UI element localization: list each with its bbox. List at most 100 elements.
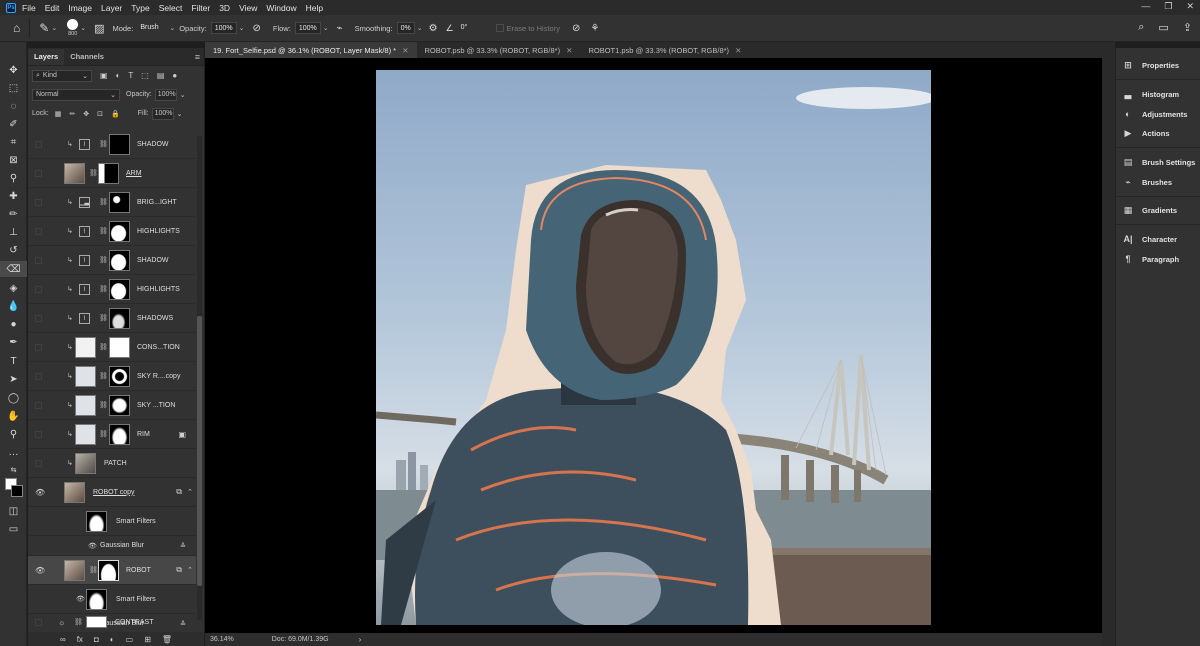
brush-picker-dropdown-icon[interactable]: ⌄ (80, 24, 86, 32)
ellipse-tool-icon[interactable]: ◯ (0, 390, 27, 406)
zoom-level[interactable]: 36.14% (210, 636, 234, 643)
layer-row[interactable]: ↳ ⌇ ⛓ HIGHLIGHTS (28, 217, 196, 246)
airbrush-icon[interactable]: ⌁ (337, 23, 343, 34)
visibility-toggle[interactable] (35, 460, 42, 467)
zoom-tool-icon[interactable]: ⚲ (0, 426, 27, 442)
share-icon[interactable]: ⇪ (1183, 21, 1192, 34)
eye-icon[interactable]: 👁 (35, 488, 45, 497)
layer-mask-thumbnail[interactable] (109, 423, 130, 445)
visibility-toggle[interactable] (35, 141, 42, 148)
flow-dropdown-icon[interactable]: ⌄ (323, 24, 329, 32)
close-icon[interactable]: ✕ (402, 46, 408, 55)
paint-bucket-tool-icon[interactable]: ◈ (0, 280, 27, 296)
home-icon[interactable]: ⌂ (13, 21, 20, 35)
layer-row[interactable]: ↳ ⌇ ⛓ HIGHLIGHTS (28, 275, 196, 304)
layer-mask-thumbnail[interactable] (109, 249, 130, 271)
path-selection-tool-icon[interactable]: ➤ (0, 371, 27, 387)
visibility-toggle[interactable] (35, 257, 42, 264)
history-brush-tool-icon[interactable]: ↺ (0, 242, 27, 258)
menu-file[interactable]: File (22, 3, 36, 13)
swap-colors-icon[interactable]: ⇆ (0, 462, 27, 478)
add-style-icon[interactable]: fx (77, 635, 83, 644)
layer-thumbnail[interactable] (75, 423, 96, 445)
tool-preset-dropdown-icon[interactable]: ⌄ (51, 24, 57, 32)
panel-brushes[interactable]: ⌁ Brushes (1122, 177, 1172, 188)
chevron-right-icon[interactable]: › (359, 635, 362, 644)
visibility-toggle[interactable] (35, 315, 42, 322)
frame-tool-icon[interactable]: ⊠ (0, 152, 27, 168)
menu-type[interactable]: Type (131, 3, 149, 13)
layer-thumbnail[interactable] (64, 559, 85, 581)
lock-artboard-icon[interactable]: ⊡ (97, 110, 103, 118)
search-icon[interactable]: ⌕ (1138, 21, 1144, 34)
panel-brush-settings[interactable]: ▤ Brush Settings (1122, 157, 1196, 168)
layer-row[interactable]: ↳ ▁▃ ⛓ BRIG...IGHT (28, 188, 196, 217)
close-icon[interactable]: ✕ (735, 46, 741, 55)
menu-view[interactable]: View (239, 3, 257, 13)
eye-icon[interactable]: 👁 (88, 542, 97, 550)
add-mask-icon[interactable]: ◘ (94, 635, 99, 644)
layer-thumbnail[interactable] (75, 336, 96, 358)
lock-position-icon[interactable]: ✥ (83, 110, 89, 118)
lasso-tool-icon[interactable]: ◌ (0, 98, 27, 114)
blur-tool-icon[interactable]: 💧 (0, 298, 27, 314)
lock-image-icon[interactable]: ✏ (69, 110, 75, 118)
filter-adjustment-icon[interactable]: ◐ (116, 71, 121, 80)
minimize-icon[interactable]: — (1141, 1, 1150, 12)
new-adjustment-icon[interactable]: ◐ (110, 635, 115, 644)
filter-mask-thumbnail[interactable] (86, 510, 107, 532)
fill-input[interactable]: 100% (151, 107, 174, 120)
tab-channels[interactable]: Channels (64, 49, 110, 65)
panel-adjustments[interactable]: ◐ Adjustments (1122, 109, 1187, 119)
layer-row[interactable]: ☼ ⛓ CONTRAST (28, 614, 196, 630)
filter-type-icon[interactable]: T (128, 71, 133, 80)
eye-icon[interactable]: 👁 (76, 595, 85, 603)
layer-row[interactable]: ↳ PATCH (28, 449, 196, 478)
menu-help[interactable]: Help (306, 3, 323, 13)
dodge-tool-icon[interactable]: ● (0, 316, 27, 332)
layers-scrollbar[interactable] (197, 136, 202, 620)
layer-mask-thumbnail[interactable] (98, 162, 119, 184)
background-color-swatch[interactable] (11, 485, 23, 497)
panel-paragraph[interactable]: ¶ Paragraph (1122, 254, 1179, 264)
link-layers-icon[interactable]: ∞ (60, 635, 66, 644)
layer-thumbnail[interactable] (75, 394, 96, 416)
brush-tool-icon[interactable]: ✏ (0, 206, 27, 222)
mode-dropdown-icon[interactable]: ⌄ (169, 24, 175, 32)
menu-filter[interactable]: Filter (191, 3, 210, 13)
pen-tool-icon[interactable]: ✒ (0, 334, 27, 350)
layer-row[interactable]: ↳ ⛓ SKY R....copy (28, 362, 196, 391)
type-tool-icon[interactable]: T (0, 353, 27, 369)
chevron-down-icon[interactable]: ⌄ (177, 110, 183, 118)
filter-smart-object-icon[interactable]: ▤ (157, 71, 165, 80)
layer-mask-thumbnail[interactable] (109, 278, 130, 300)
layer-thumbnail[interactable] (64, 481, 85, 503)
layer-mask-thumbnail[interactable] (109, 191, 130, 213)
menu-image[interactable]: Image (68, 3, 92, 13)
screen-mode-icon[interactable]: ▭ (0, 521, 27, 537)
eyedropper-tool-icon[interactable]: ⚲ (0, 170, 27, 186)
tab-layers[interactable]: Layers (28, 49, 65, 65)
marquee-tool-icon[interactable]: ⬚ (0, 80, 27, 96)
canvas-area[interactable] (205, 58, 1102, 633)
brush-preset-picker[interactable]: 800 (67, 19, 79, 37)
collapse-effects-icon[interactable]: ⌃ (187, 488, 193, 496)
visibility-toggle[interactable] (35, 170, 42, 177)
opacity-dropdown-icon[interactable]: ⌄ (239, 24, 245, 32)
pressure-opacity-icon[interactable]: ⊘ (253, 23, 261, 34)
layer-row[interactable]: 👁 Gaussian Blur ≚ (28, 536, 196, 556)
layer-row[interactable]: Smart Filters (28, 507, 196, 536)
symmetry-butterfly-icon[interactable]: ⚘ (590, 23, 599, 34)
eraser-tool-icon[interactable]: ⌫ (0, 261, 27, 277)
visibility-toggle[interactable] (35, 619, 42, 626)
layer-row[interactable]: 👁 Smart Filters (28, 585, 196, 614)
panel-menu-icon[interactable]: ≡ (195, 52, 200, 62)
filter-toggle-icon[interactable]: ● (172, 71, 177, 80)
quick-mask-icon[interactable]: ◫ (0, 503, 27, 519)
filter-options-icon[interactable]: ≚ (180, 542, 186, 550)
visibility-toggle[interactable] (35, 228, 42, 235)
filter-mask-thumbnail[interactable] (86, 588, 107, 610)
filter-pixel-icon[interactable]: ▣ (100, 71, 108, 80)
menu-3d[interactable]: 3D (219, 3, 230, 13)
layer-row[interactable]: ↳ ⌇ ⛓ SHADOW (28, 130, 196, 159)
